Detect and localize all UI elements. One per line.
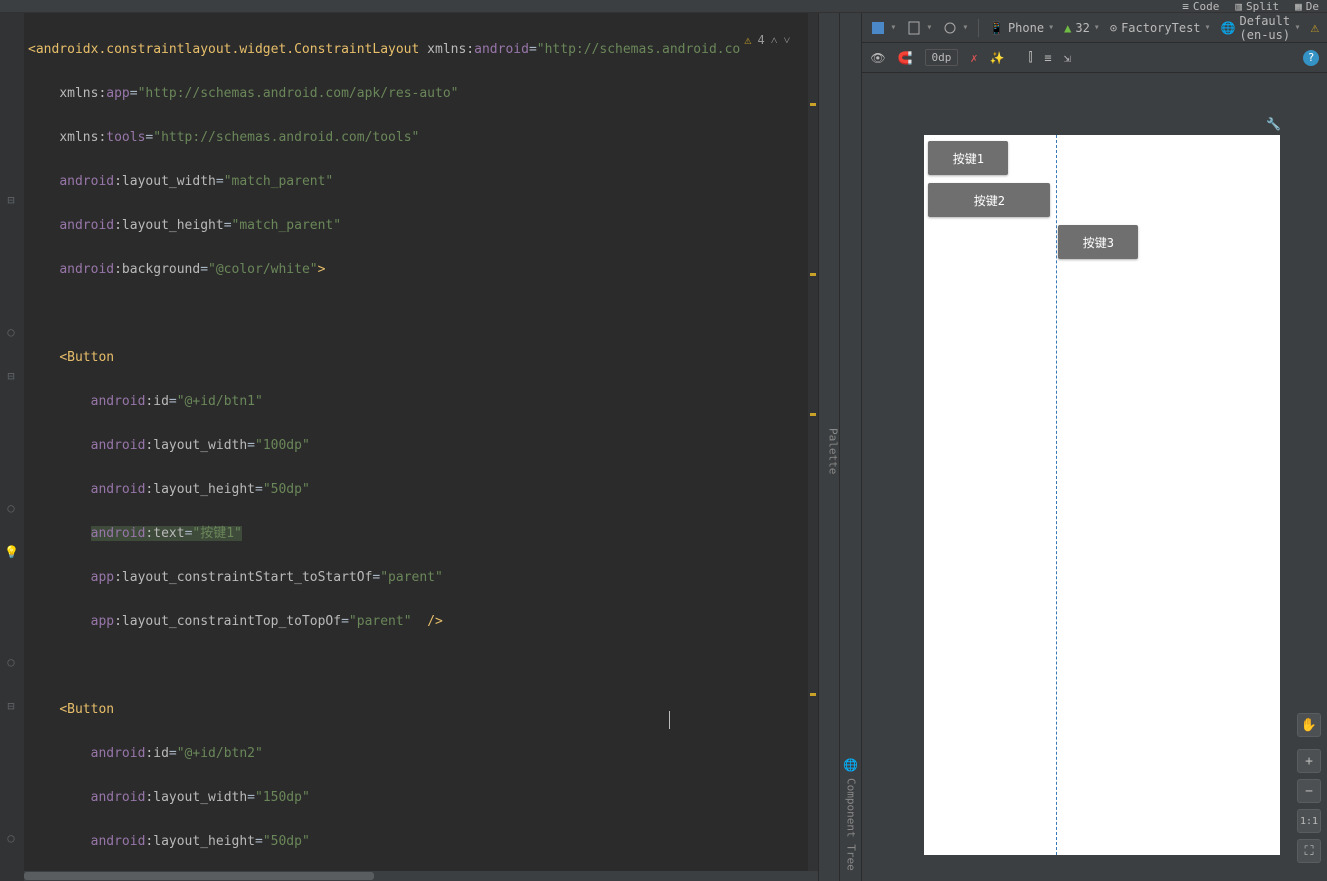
fold-icon[interactable]: ⊟: [4, 369, 18, 383]
module-label: FactoryTest: [1121, 21, 1200, 35]
design-canvas[interactable]: 🔧 按键1 按键2 按键3 ✋ + − 1:1 ⛶: [862, 73, 1327, 881]
help-icon[interactable]: ?: [1303, 50, 1319, 66]
design-tab[interactable]: ▦ De: [1295, 0, 1319, 13]
fold-icon[interactable]: ⊟: [0, 545, 2, 559]
component-tree-toggle[interactable]: 🌐 Component Tree: [840, 13, 862, 881]
locale-label: Default (en-us): [1240, 14, 1291, 42]
design-tab-label: De: [1306, 0, 1319, 13]
code-tab[interactable]: ≡ Code: [1182, 0, 1219, 13]
warning-marker[interactable]: [810, 413, 816, 416]
preview-btn2[interactable]: 按键2: [928, 183, 1050, 217]
theme-selector[interactable]: ⊙ FactoryTest ▾: [1110, 21, 1211, 35]
infer-constraints-icon[interactable]: ✨: [990, 51, 1005, 65]
api-selector[interactable]: ▲ 32 ▾: [1064, 21, 1100, 35]
code-tab-label: Code: [1193, 0, 1220, 13]
editor-gutter: ⊟ ○ ⊟ ○ 💡 ⊟ ○ ⊟ ○: [0, 13, 24, 881]
component-tree-label: Component Tree: [844, 778, 857, 871]
guidelines-icon[interactable]: ⫿: [1029, 50, 1033, 65]
scrollbar-thumb[interactable]: [24, 872, 374, 880]
align-icon[interactable]: ≡: [1044, 51, 1051, 65]
fold-icon[interactable]: ⊟: [4, 699, 18, 713]
default-margin[interactable]: 0dp: [925, 49, 959, 66]
device-preview[interactable]: 按键1 按键2 按键3: [924, 135, 1280, 855]
locale-selector[interactable]: 🌐 Default (en-us) ▾: [1221, 14, 1301, 42]
warning-marker[interactable]: [810, 103, 816, 106]
code-editor[interactable]: ⊟ ○ ⊟ ○ 💡 ⊟ ○ ⊟ ○ <androidx.constraintla…: [0, 13, 818, 881]
horizontal-scrollbar[interactable]: [24, 871, 818, 881]
zoom-reset[interactable]: 1:1: [1297, 809, 1321, 833]
zoom-out[interactable]: −: [1297, 779, 1321, 803]
fold-icon[interactable]: ○: [4, 655, 18, 669]
fold-icon[interactable]: ⊟: [4, 193, 18, 207]
palette-label: Palette: [826, 428, 839, 474]
design-toolbar-top: ▾ ▾ ▾ 📱 Phone ▾ ▲ 32 ▾ ⊙ FactoryTest ▾ 🌐…: [862, 13, 1327, 43]
marker-strip[interactable]: [808, 13, 818, 881]
view-options-icon[interactable]: 👁: [870, 51, 885, 65]
lightbulb-icon[interactable]: 💡: [4, 545, 18, 559]
night-mode-icon[interactable]: ▾: [942, 20, 968, 36]
split-tab[interactable]: ▥ Split: [1235, 0, 1279, 13]
preview-btn1[interactable]: 按键1: [928, 141, 1008, 175]
warning-count: 4: [758, 29, 765, 51]
warning-marker[interactable]: [810, 693, 816, 696]
warning-marker[interactable]: [810, 273, 816, 276]
design-surface-icon[interactable]: ▾: [870, 20, 896, 36]
fold-icon[interactable]: ○: [4, 501, 18, 515]
design-toolbar-bottom: 👁 🧲 0dp ✗ ✨ ⫿ ≡ ⇲ ?: [862, 43, 1327, 73]
barrier-indicator: [1056, 135, 1057, 855]
chevron-up-icon[interactable]: ˄: [771, 29, 778, 51]
text-caret: [669, 711, 670, 729]
split-tab-label: Split: [1246, 0, 1279, 13]
fold-icon[interactable]: ○: [4, 325, 18, 339]
preview-btn3[interactable]: 按键3: [1058, 225, 1138, 259]
device-label: Phone: [1008, 21, 1044, 35]
zoom-controls: + − 1:1 ⛶: [1297, 749, 1321, 863]
api-label: 32: [1075, 21, 1089, 35]
chevron-down-icon[interactable]: ˅: [784, 29, 791, 51]
autoconnect-icon[interactable]: 🧲: [898, 51, 913, 65]
fold-icon[interactable]: ○: [4, 831, 18, 845]
device-selector[interactable]: 📱 Phone ▾: [989, 21, 1054, 35]
orientation-icon[interactable]: ▾: [906, 20, 932, 36]
globe-icon: 🌐: [844, 758, 858, 773]
zoom-fit[interactable]: ⛶: [1297, 839, 1321, 863]
view-mode-tabs: ≡ Code ▥ Split ▦ De: [0, 0, 1327, 13]
design-warning-icon[interactable]: ⚠: [1311, 20, 1319, 36]
pan-tool[interactable]: ✋: [1297, 713, 1321, 737]
wrench-icon[interactable]: 🔧: [1266, 117, 1281, 131]
code-text[interactable]: <androidx.constraintlayout.widget.Constr…: [24, 13, 808, 881]
editor-warnings[interactable]: ⚠ 4 ˄ ˅: [744, 29, 790, 51]
zoom-in[interactable]: +: [1297, 749, 1321, 773]
warning-icon: ⚠: [744, 29, 751, 51]
palette-panel-toggle[interactable]: Palette: [818, 13, 840, 881]
pack-icon[interactable]: ⇲: [1064, 51, 1071, 65]
clear-constraints-icon[interactable]: ✗: [970, 51, 977, 65]
